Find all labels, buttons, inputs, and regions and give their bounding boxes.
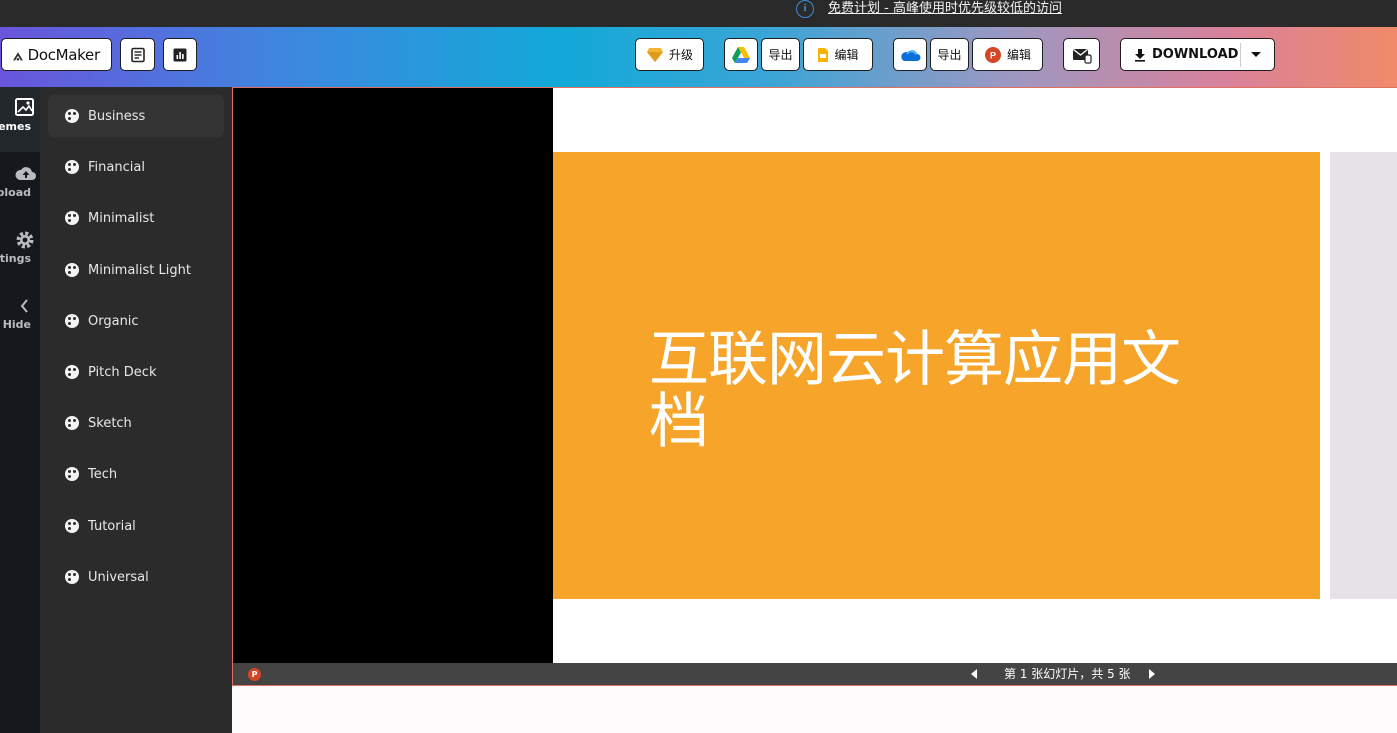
palette-icon (65, 365, 79, 379)
palette-icon (65, 519, 79, 533)
google-drive-button[interactable] (724, 38, 758, 71)
bar-chart-icon (173, 48, 187, 61)
left-rail: Themes Upload Settings Hide (0, 87, 40, 733)
chevron-down-icon[interactable] (1251, 52, 1261, 57)
image-icon (0, 98, 40, 120)
palette-icon (65, 263, 79, 277)
cloud-upload-icon (0, 164, 40, 186)
plan-notice-link[interactable]: 免费计划 - 高峰使用时优先级较低的访问 (828, 0, 1062, 17)
theme-label: Pitch Deck (88, 364, 157, 380)
theme-label: Minimalist Light (88, 262, 191, 278)
google-docs-edit-button[interactable]: 编辑 (803, 38, 873, 71)
app-root: i 免费计划 - 高峰使用时优先级较低的访问 ⟑ DocMaker 升级 导出 … (0, 0, 1397, 733)
document-button[interactable] (120, 38, 155, 71)
gdrive-export-label: 导出 (768, 48, 793, 62)
rail-item-themes[interactable]: Themes (0, 98, 40, 133)
upgrade-label: 升级 (668, 48, 693, 62)
powerpoint-icon: P (984, 46, 1001, 63)
theme-label: Sketch (88, 415, 132, 431)
docmaker-logo-icon: ⟑ (13, 44, 23, 64)
onedrive-export-label: 导出 (937, 48, 962, 62)
ppt-edit-label: 编辑 (1006, 48, 1031, 62)
theme-label: Universal (88, 569, 149, 585)
powerpoint-icon: P (248, 668, 261, 681)
slide-counter: 第 1 张幻灯片，共 5 张 (1004, 667, 1131, 681)
rail-item-hide[interactable]: Hide (0, 296, 40, 331)
chart-button[interactable] (163, 38, 197, 71)
download-button[interactable]: DOWNLOAD (1120, 38, 1275, 71)
onedrive-export-button[interactable]: 导出 (930, 38, 969, 71)
slide-area: 互联网云计算应用文档 (553, 88, 1397, 663)
document-icon (130, 47, 145, 62)
rail-label-upload: Upload (0, 186, 31, 199)
palette-icon (65, 467, 79, 481)
upgrade-button[interactable]: 升级 (635, 38, 704, 71)
theme-label: Business (88, 108, 146, 124)
powerpoint-edit-button[interactable]: P 编辑 (972, 38, 1043, 71)
toolbar: ⟑ DocMaker 升级 导出 编辑 导出 P 编辑 DOWNLOAD (0, 27, 1397, 87)
download-label: DOWNLOAD (1152, 47, 1239, 62)
gear-icon (0, 230, 40, 252)
palette-icon (65, 160, 79, 174)
download-divider (1240, 43, 1241, 67)
google-drive-export-button[interactable]: 导出 (761, 38, 800, 71)
palette-icon (65, 570, 79, 584)
info-icon: i (796, 0, 814, 18)
theme-item-tech[interactable]: Tech (48, 453, 224, 495)
theme-label: Financial (88, 159, 145, 175)
google-drive-icon (732, 46, 750, 63)
next-slide-icon[interactable] (1149, 669, 1155, 679)
download-icon (1135, 48, 1145, 62)
theme-item-business[interactable]: Business (48, 95, 224, 137)
themes-panel: Business Financial Minimalist Minimalist… (40, 87, 232, 733)
theme-item-organic[interactable]: Organic (48, 300, 224, 342)
theme-item-minimalist-light[interactable]: Minimalist Light (48, 249, 224, 291)
theme-item-minimalist[interactable]: Minimalist (48, 197, 224, 239)
theme-label: Tutorial (88, 518, 136, 534)
rail-item-upload[interactable]: Upload (0, 164, 40, 199)
svg-text:P: P (990, 50, 996, 60)
viewer-black-margin (233, 88, 553, 663)
previous-slide-icon[interactable] (971, 669, 977, 679)
email-button[interactable] (1063, 38, 1100, 71)
onedrive-icon (901, 49, 921, 61)
theme-item-financial[interactable]: Financial (48, 146, 224, 188)
next-slide-preview[interactable] (1330, 152, 1397, 599)
diamond-icon (646, 47, 663, 62)
notice-bar: i 免费计划 - 高峰使用时优先级较低的访问 (0, 0, 1397, 27)
docmaker-logo-button[interactable]: ⟑ DocMaker (1, 38, 112, 71)
viewer-status-bar: P 第 1 张幻灯片，共 5 张 (233, 663, 1397, 685)
logo-label: DocMaker (27, 45, 101, 64)
theme-label: Organic (88, 313, 139, 329)
rail-label-themes: Themes (0, 120, 31, 133)
rail-item-settings[interactable]: Settings (0, 230, 40, 265)
palette-icon (65, 314, 79, 328)
google-slides-icon (818, 47, 829, 62)
chevron-left-icon (0, 296, 40, 318)
slide-title: 互联网云计算应用文档 (649, 325, 1181, 457)
rail-label-hide: Hide (2, 318, 31, 331)
theme-item-pitch-deck[interactable]: Pitch Deck (48, 351, 224, 393)
gdocs-edit-label: 编辑 (834, 48, 859, 62)
onedrive-button[interactable] (893, 38, 927, 71)
theme-label: Tech (88, 466, 118, 482)
current-slide[interactable]: 互联网云计算应用文档 (553, 152, 1320, 599)
palette-icon (65, 416, 79, 430)
rail-label-settings: Settings (0, 252, 31, 265)
theme-item-tutorial[interactable]: Tutorial (48, 505, 224, 547)
palette-icon (65, 109, 79, 123)
presentation-viewer: 互联网云计算应用文档 P 第 1 张幻灯片，共 5 张 (232, 87, 1397, 686)
palette-icon (65, 211, 79, 225)
mail-icon (1072, 48, 1092, 64)
theme-item-universal[interactable]: Universal (48, 556, 224, 598)
theme-label: Minimalist (88, 210, 155, 226)
theme-item-sketch[interactable]: Sketch (48, 402, 224, 444)
